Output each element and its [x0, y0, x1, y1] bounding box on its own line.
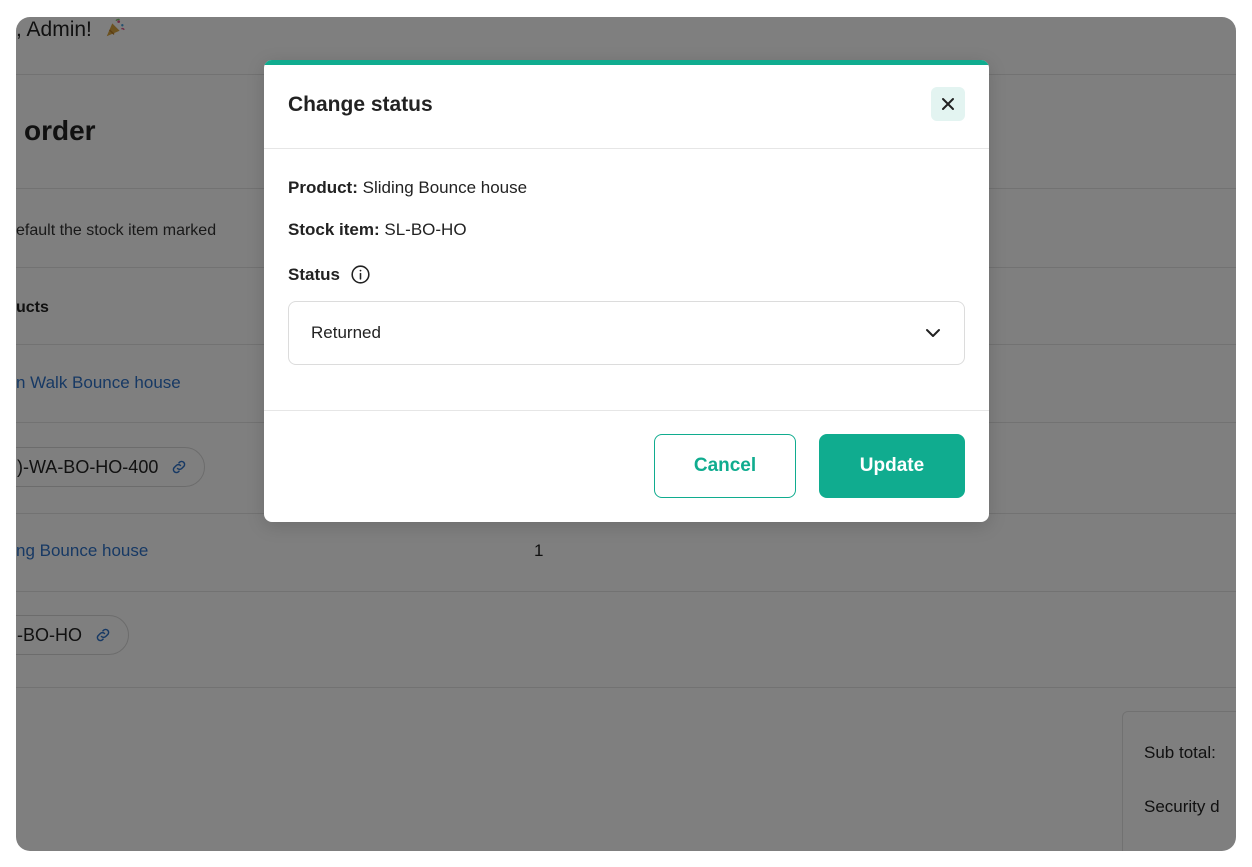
cancel-button[interactable]: Cancel [654, 434, 796, 498]
info-icon[interactable] [350, 264, 371, 285]
product-value: Sliding Bounce house [362, 178, 528, 197]
status-select[interactable]: Returned [288, 301, 965, 365]
modal-header-divider [264, 148, 989, 149]
close-button[interactable] [931, 87, 965, 121]
modal-accent-bar [264, 60, 989, 65]
app-frame: , Admin! order efault the stock item mar… [16, 17, 1236, 851]
change-status-dialog: Change status Product: Sliding Bounce ho… [264, 60, 989, 522]
stock-item-label: Stock item: [288, 220, 380, 239]
stock-item-value: SL-BO-HO [384, 220, 467, 239]
status-label: Status [288, 264, 371, 285]
product-field: Product: Sliding Bounce house [288, 178, 527, 198]
stock-item-field: Stock item: SL-BO-HO [288, 220, 467, 240]
status-label-text: Status [288, 264, 340, 284]
modal-footer-divider [264, 410, 989, 411]
status-selected-value: Returned [311, 323, 381, 342]
chevron-down-icon [926, 329, 940, 337]
product-label: Product: [288, 178, 358, 197]
update-button[interactable]: Update [819, 434, 965, 498]
modal-title: Change status [288, 93, 433, 116]
close-icon [942, 98, 954, 110]
